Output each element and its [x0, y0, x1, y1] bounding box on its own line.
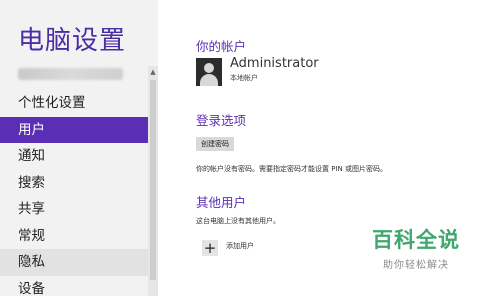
- other-users-note: 这台电脑上没有其他用户。: [196, 217, 280, 225]
- watermark: 百科全说 助你轻松解决: [366, 224, 466, 271]
- other-users-heading: 其他用户: [196, 195, 247, 210]
- signin-heading: 登录选项: [196, 113, 247, 128]
- account-heading: 你的帐户: [196, 39, 247, 54]
- sidebar: 电脑设置 个性化设置 用户 通知 搜索 共享 常规 隐私 设备 ▲: [0, 0, 158, 296]
- sidebar-item-personalize[interactable]: 个性化设置: [0, 90, 148, 117]
- sidebar-item-users[interactable]: 用户: [0, 116, 148, 143]
- signin-note: 你的帐户没有密码。需要指定密码才能设置 PIN 或图片密码。: [196, 165, 387, 173]
- sidebar-item-share[interactable]: 共享: [0, 196, 148, 223]
- sidebar-item-search[interactable]: 搜索: [0, 170, 148, 197]
- sidebar-item-devices[interactable]: 设备: [0, 276, 148, 296]
- user-type: 本地帐户: [230, 74, 258, 82]
- blurred-account-line: [18, 68, 123, 80]
- scroll-thumb[interactable]: [150, 80, 156, 280]
- sidebar-item-privacy[interactable]: 隐私: [0, 249, 148, 276]
- watermark-main: 百科全说: [372, 228, 460, 252]
- add-user-label[interactable]: 添加用户: [226, 241, 254, 251]
- sidebar-item-general[interactable]: 常规: [0, 223, 148, 250]
- sidebar-item-notifications[interactable]: 通知: [0, 143, 148, 170]
- plus-icon[interactable]: +: [202, 240, 218, 256]
- sidebar-title: 电脑设置: [18, 26, 127, 56]
- user-name: Administrator: [230, 56, 319, 71]
- scroll-up-arrow-icon[interactable]: ▲: [148, 66, 158, 78]
- sidebar-scrollbar[interactable]: ▲: [148, 66, 158, 296]
- watermark-sub: 助你轻松解决: [383, 260, 449, 271]
- sidebar-nav: 个性化设置 用户 通知 搜索 共享 常规 隐私 设备: [0, 90, 148, 296]
- create-password-button[interactable]: 创建密码: [196, 137, 234, 151]
- user-avatar-icon: [196, 58, 222, 86]
